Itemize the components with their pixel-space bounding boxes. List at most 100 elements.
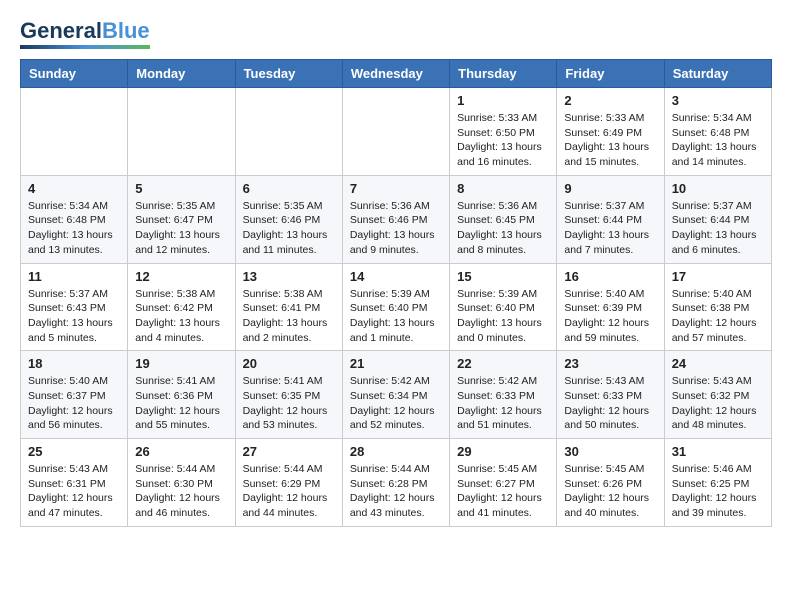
calendar-cell: 25 Sunrise: 5:43 AM Sunset: 6:31 PM Dayli…: [21, 439, 128, 527]
day-number: 25: [28, 444, 120, 459]
calendar-cell: 8Sunrise: 5:36 AM Sunset: 6:45 PM Daylig…: [450, 175, 557, 263]
day-info: Sunrise: 5:43 AM Sunset: 6:31 PM Dayligh…: [28, 462, 120, 521]
calendar-cell: 22Sunrise: 5:42 AM Sunset: 6:33 PM Dayli…: [450, 351, 557, 439]
calendar-cell: 31 Sunrise: 5:46 AM Sunset: 6:25 PM Dayli…: [664, 439, 771, 527]
calendar-cell: 17Sunrise: 5:40 AM Sunset: 6:38 PM Dayli…: [664, 263, 771, 351]
day-info: Sunrise: 5:34 AM Sunset: 6:48 PM Dayligh…: [672, 111, 764, 170]
calendar-cell: 3 Sunrise: 5:34 AM Sunset: 6:48 PM Daylig…: [664, 88, 771, 176]
calendar-cell: 5Sunrise: 5:35 AM Sunset: 6:47 PM Daylig…: [128, 175, 235, 263]
calendar-cell: 13 Sunrise: 5:38 AM Sunset: 6:41 PM Dayli…: [235, 263, 342, 351]
day-header-monday: Monday: [128, 60, 235, 88]
calendar-week-3: 11 Sunrise: 5:37 AM Sunset: 6:43 PM Dayli…: [21, 263, 772, 351]
day-header-friday: Friday: [557, 60, 664, 88]
day-info: Sunrise: 5:42 AM Sunset: 6:33 PM Dayligh…: [457, 374, 549, 433]
calendar-cell: [128, 88, 235, 176]
calendar-cell: 24 Sunrise: 5:43 AM Sunset: 6:32 PM Dayli…: [664, 351, 771, 439]
day-number: 23: [564, 356, 656, 371]
calendar-cell: 6 Sunrise: 5:35 AM Sunset: 6:46 PM Daylig…: [235, 175, 342, 263]
page-header: GeneralBlue: [20, 20, 772, 49]
calendar-table: SundayMondayTuesdayWednesdayThursdayFrid…: [20, 59, 772, 527]
day-number: 6: [243, 181, 335, 196]
day-number: 14: [350, 269, 442, 284]
day-number: 7: [350, 181, 442, 196]
calendar-cell: 27 Sunrise: 5:44 AM Sunset: 6:29 PM Dayli…: [235, 439, 342, 527]
day-number: 3: [672, 93, 764, 108]
day-info: Sunrise: 5:37 AM Sunset: 6:43 PM Dayligh…: [28, 287, 120, 346]
calendar-cell: 20 Sunrise: 5:41 AM Sunset: 6:35 PM Dayli…: [235, 351, 342, 439]
day-info: Sunrise: 5:45 AM Sunset: 6:26 PM Dayligh…: [564, 462, 656, 521]
calendar-cell: 23 Sunrise: 5:43 AM Sunset: 6:33 PM Dayli…: [557, 351, 664, 439]
day-number: 30: [564, 444, 656, 459]
calendar-week-4: 18 Sunrise: 5:40 AM Sunset: 6:37 PM Dayli…: [21, 351, 772, 439]
day-info: Sunrise: 5:33 AM Sunset: 6:49 PM Dayligh…: [564, 111, 656, 170]
day-number: 20: [243, 356, 335, 371]
day-info: Sunrise: 5:41 AM Sunset: 6:35 PM Dayligh…: [243, 374, 335, 433]
day-info: Sunrise: 5:35 AM Sunset: 6:46 PM Dayligh…: [243, 199, 335, 258]
day-info: Sunrise: 5:39 AM Sunset: 6:40 PM Dayligh…: [457, 287, 549, 346]
calendar-cell: 2 Sunrise: 5:33 AM Sunset: 6:49 PM Daylig…: [557, 88, 664, 176]
calendar-cell: [235, 88, 342, 176]
day-info: Sunrise: 5:40 AM Sunset: 6:37 PM Dayligh…: [28, 374, 120, 433]
calendar-cell: 9 Sunrise: 5:37 AM Sunset: 6:44 PM Daylig…: [557, 175, 664, 263]
day-header-saturday: Saturday: [664, 60, 771, 88]
calendar-cell: 18 Sunrise: 5:40 AM Sunset: 6:37 PM Dayli…: [21, 351, 128, 439]
logo: GeneralBlue: [20, 20, 150, 49]
calendar-cell: 15Sunrise: 5:39 AM Sunset: 6:40 PM Dayli…: [450, 263, 557, 351]
day-number: 13: [243, 269, 335, 284]
day-info: Sunrise: 5:44 AM Sunset: 6:29 PM Dayligh…: [243, 462, 335, 521]
day-header-thursday: Thursday: [450, 60, 557, 88]
calendar-week-2: 4Sunrise: 5:34 AM Sunset: 6:48 PM Daylig…: [21, 175, 772, 263]
day-number: 27: [243, 444, 335, 459]
calendar-cell: 10 Sunrise: 5:37 AM Sunset: 6:44 PM Dayli…: [664, 175, 771, 263]
logo-general: General: [20, 18, 102, 43]
day-number: 1: [457, 93, 549, 108]
calendar-cell: 19 Sunrise: 5:41 AM Sunset: 6:36 PM Dayli…: [128, 351, 235, 439]
day-info: Sunrise: 5:38 AM Sunset: 6:41 PM Dayligh…: [243, 287, 335, 346]
day-number: 8: [457, 181, 549, 196]
calendar-header-row: SundayMondayTuesdayWednesdayThursdayFrid…: [21, 60, 772, 88]
day-number: 16: [564, 269, 656, 284]
day-number: 2: [564, 93, 656, 108]
logo-blue: Blue: [102, 18, 150, 43]
day-number: 5: [135, 181, 227, 196]
day-number: 10: [672, 181, 764, 196]
day-number: 12: [135, 269, 227, 284]
day-info: Sunrise: 5:41 AM Sunset: 6:36 PM Dayligh…: [135, 374, 227, 433]
calendar-cell: 29Sunrise: 5:45 AM Sunset: 6:27 PM Dayli…: [450, 439, 557, 527]
day-number: 11: [28, 269, 120, 284]
day-info: Sunrise: 5:37 AM Sunset: 6:44 PM Dayligh…: [564, 199, 656, 258]
day-number: 31: [672, 444, 764, 459]
day-info: Sunrise: 5:43 AM Sunset: 6:33 PM Dayligh…: [564, 374, 656, 433]
calendar-cell: 21 Sunrise: 5:42 AM Sunset: 6:34 PM Dayli…: [342, 351, 449, 439]
day-info: Sunrise: 5:45 AM Sunset: 6:27 PM Dayligh…: [457, 462, 549, 521]
calendar-cell: 1 Sunrise: 5:33 AM Sunset: 6:50 PM Daylig…: [450, 88, 557, 176]
day-header-tuesday: Tuesday: [235, 60, 342, 88]
calendar-cell: 16Sunrise: 5:40 AM Sunset: 6:39 PM Dayli…: [557, 263, 664, 351]
calendar-week-5: 25 Sunrise: 5:43 AM Sunset: 6:31 PM Dayli…: [21, 439, 772, 527]
day-number: 24: [672, 356, 764, 371]
calendar-cell: 28 Sunrise: 5:44 AM Sunset: 6:28 PM Dayli…: [342, 439, 449, 527]
day-info: Sunrise: 5:42 AM Sunset: 6:34 PM Dayligh…: [350, 374, 442, 433]
day-info: Sunrise: 5:39 AM Sunset: 6:40 PM Dayligh…: [350, 287, 442, 346]
calendar-cell: [342, 88, 449, 176]
day-number: 9: [564, 181, 656, 196]
day-number: 17: [672, 269, 764, 284]
day-info: Sunrise: 5:43 AM Sunset: 6:32 PM Dayligh…: [672, 374, 764, 433]
day-number: 28: [350, 444, 442, 459]
calendar-cell: 7 Sunrise: 5:36 AM Sunset: 6:46 PM Daylig…: [342, 175, 449, 263]
day-info: Sunrise: 5:33 AM Sunset: 6:50 PM Dayligh…: [457, 111, 549, 170]
day-header-wednesday: Wednesday: [342, 60, 449, 88]
day-info: Sunrise: 5:44 AM Sunset: 6:28 PM Dayligh…: [350, 462, 442, 521]
day-info: Sunrise: 5:36 AM Sunset: 6:46 PM Dayligh…: [350, 199, 442, 258]
day-number: 18: [28, 356, 120, 371]
day-number: 21: [350, 356, 442, 371]
day-number: 26: [135, 444, 227, 459]
calendar-cell: 30 Sunrise: 5:45 AM Sunset: 6:26 PM Dayli…: [557, 439, 664, 527]
day-info: Sunrise: 5:34 AM Sunset: 6:48 PM Dayligh…: [28, 199, 120, 258]
calendar-cell: 14 Sunrise: 5:39 AM Sunset: 6:40 PM Dayli…: [342, 263, 449, 351]
day-info: Sunrise: 5:37 AM Sunset: 6:44 PM Dayligh…: [672, 199, 764, 258]
calendar-cell: 4Sunrise: 5:34 AM Sunset: 6:48 PM Daylig…: [21, 175, 128, 263]
calendar-cell: 11 Sunrise: 5:37 AM Sunset: 6:43 PM Dayli…: [21, 263, 128, 351]
day-number: 19: [135, 356, 227, 371]
day-info: Sunrise: 5:46 AM Sunset: 6:25 PM Dayligh…: [672, 462, 764, 521]
